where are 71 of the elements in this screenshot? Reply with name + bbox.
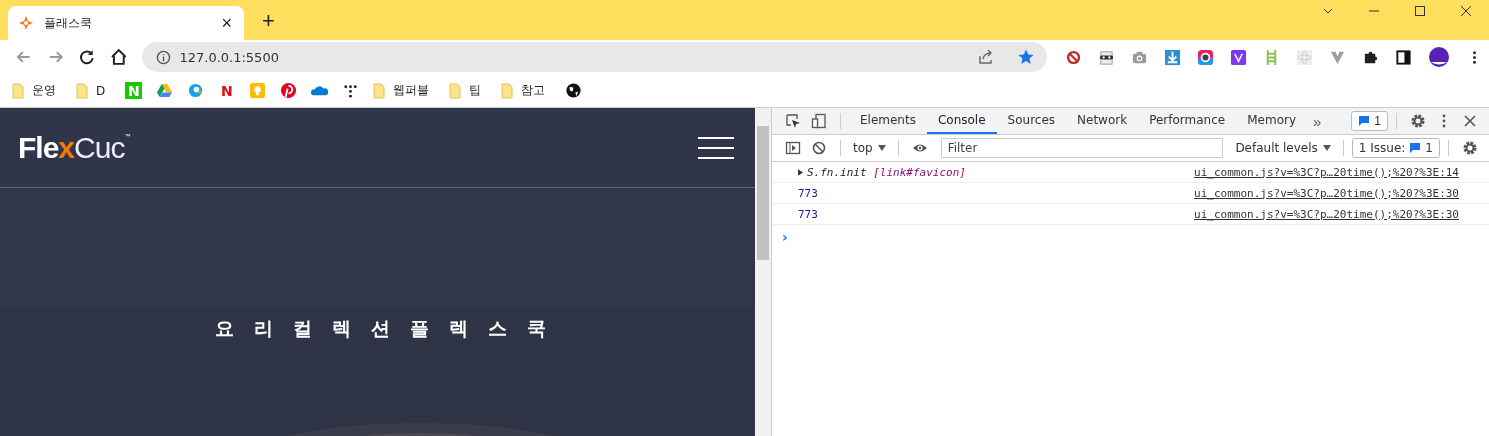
issues-label: 1 Issue: (1358, 141, 1406, 155)
share-icon[interactable] (977, 48, 995, 66)
bookmark-folder[interactable]: 참고 (501, 82, 546, 99)
close-icon[interactable] (1462, 113, 1478, 129)
settings-icon[interactable] (1410, 113, 1426, 129)
folder-icon (449, 82, 462, 99)
devtools-tab[interactable]: Sources (996, 108, 1067, 134)
expand-arrow-icon[interactable] (798, 168, 803, 176)
source-link[interactable]: ui_common.js?v=%3C?p…20time();%20?%3E:30 (1194, 207, 1459, 221)
browser-tab[interactable]: 플래스쿡 × (8, 6, 244, 40)
issues-count: 1 (1425, 141, 1433, 155)
pin-icon[interactable] (280, 82, 298, 99)
levels-dropdown[interactable]: Default levels (1231, 135, 1335, 161)
bookmark-folder[interactable]: D (76, 82, 106, 99)
reload-icon[interactable] (77, 47, 97, 67)
hero-title: 요리컬렉션플렉스쿡 (215, 316, 566, 341)
devtools-tab[interactable]: Memory (1236, 108, 1307, 134)
caret-icon (877, 145, 886, 151)
devtools-tab[interactable]: Performance (1138, 108, 1237, 134)
color-ring-icon[interactable] (1197, 48, 1214, 66)
console-value: 773 (798, 186, 818, 200)
sidebar-toggle-icon[interactable] (785, 140, 801, 156)
source-link[interactable]: ui_common.js?v=%3C?p…20time();%20?%3E:14 (1194, 165, 1459, 179)
console-value: 773 (798, 207, 818, 221)
dots-icon[interactable] (342, 82, 360, 99)
clear-icon[interactable] (811, 140, 827, 156)
inspect-icon[interactable] (785, 113, 801, 129)
bookmark-icon[interactable]: N (218, 82, 236, 99)
avatar-icon[interactable] (1428, 46, 1450, 68)
folder-icon (76, 82, 88, 99)
triangle-icon[interactable] (156, 82, 174, 99)
close-icon[interactable] (1460, 5, 1472, 17)
home-icon[interactable] (108, 47, 129, 67)
messages-badge[interactable]: 1 (1351, 111, 1388, 131)
star-icon[interactable] (1017, 48, 1035, 66)
address-bar[interactable]: 127.0.0.1:5500 (142, 42, 1047, 72)
pinwheel-icon (18, 15, 34, 31)
info-icon (156, 49, 172, 65)
message-icon (1409, 142, 1422, 154)
folder-icon (501, 82, 514, 99)
caret-icon (1322, 145, 1331, 151)
new-tab-button[interactable]: + (256, 8, 281, 34)
close-tab-button[interactable]: × (217, 12, 236, 34)
message-count: 1 (1374, 114, 1381, 128)
side-panel-icon[interactable] (1395, 48, 1412, 66)
url-text: 127.0.0.1:5500 (179, 49, 279, 65)
filter-field[interactable]: Filter (940, 138, 1224, 158)
device-icon[interactable] (811, 113, 827, 129)
context-dropdown[interactable]: top (849, 135, 890, 161)
folder-icon (12, 82, 24, 99)
bookmark-folder[interactable]: 운영 (12, 82, 56, 99)
source-link[interactable]: ui_common.js?v=%3C?p…20time();%20?%3E:30 (1194, 186, 1459, 200)
console-object[interactable]: S.fn.init [link#favicon] (807, 165, 966, 179)
tab-title: 플래스쿡 (44, 14, 93, 32)
bookmark-folder[interactable]: 웹퍼블 (373, 82, 430, 99)
maximize-icon[interactable] (1414, 5, 1426, 17)
globe-icon[interactable] (565, 82, 583, 99)
message-icon (1358, 115, 1371, 127)
v-icon[interactable] (1230, 48, 1247, 66)
download-icon[interactable] (1164, 48, 1181, 66)
more-tabs-button[interactable]: » (1307, 108, 1328, 134)
folder-icon (373, 82, 386, 99)
scrollbar[interactable] (755, 108, 771, 436)
console-prompt[interactable]: › (782, 229, 788, 245)
settings-icon[interactable] (1462, 140, 1478, 156)
devtools-tab[interactable]: Network (1066, 108, 1139, 134)
blocked-sign-icon[interactable] (1065, 48, 1082, 66)
issues-button[interactable]: 1 Issue: 1 (1351, 138, 1440, 158)
devtools-tab[interactable]: Elements (849, 108, 927, 134)
bookmark-folder[interactable]: 팁 (449, 82, 482, 99)
menu-icon[interactable] (698, 135, 734, 160)
